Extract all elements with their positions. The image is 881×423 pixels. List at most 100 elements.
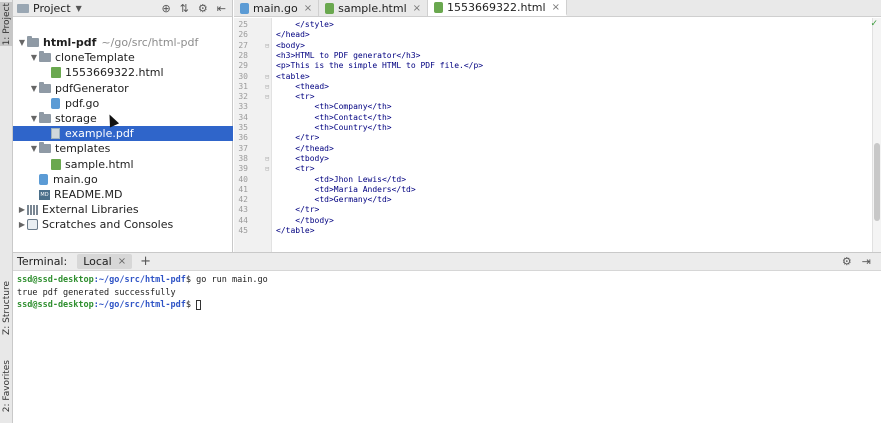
tree-item-label: templates	[55, 142, 111, 156]
editor-tab[interactable]: sample.html ×	[319, 0, 429, 16]
line-number: 31	[238, 81, 248, 91]
terminal-tab-local[interactable]: Local ×	[77, 254, 133, 269]
collapsed-arrow-icon[interactable]: ▶	[17, 205, 27, 214]
collapsed-arrow-icon[interactable]: ▶	[17, 220, 27, 229]
tree-item[interactable]: MD README.MD	[13, 187, 233, 202]
go-file-icon	[51, 97, 60, 109]
inspection-ok-icon[interactable]: ✓	[870, 19, 878, 29]
line-number: 28	[238, 50, 248, 60]
tree-item[interactable]: pdf.go	[13, 96, 233, 111]
tree-item-label: pdfGenerator	[55, 81, 129, 95]
folder-icon	[39, 51, 51, 63]
terminal-line: ssd@ssd-desktop:~/go/src/html-pdf$ go ru…	[17, 274, 877, 287]
hide-panel-icon[interactable]: ⇤	[217, 2, 226, 15]
fold-marker-icon[interactable]: ⊟	[265, 164, 269, 174]
line-number: 37	[238, 143, 248, 153]
terminal-header: Terminal: Local × + ⚙ ⇥	[13, 253, 881, 271]
locate-icon[interactable]: ⊕	[161, 2, 170, 15]
new-terminal-icon[interactable]: +	[140, 254, 151, 269]
code-line: 34 <th>Contact</th>	[234, 113, 864, 123]
close-icon[interactable]: ×	[304, 3, 312, 14]
code-text: <tr>	[276, 164, 315, 174]
tree-item[interactable]: sample.html	[13, 157, 233, 172]
tree-item[interactable]: 1553669322.html	[13, 65, 233, 80]
fold-marker-icon[interactable]: ⊟	[265, 154, 269, 164]
project-title[interactable]: Project	[33, 2, 71, 15]
tree-item[interactable]: ▼ cloneTemplate	[13, 50, 233, 65]
expanded-arrow-icon[interactable]: ▼	[29, 53, 39, 62]
tree-item[interactable]: ▼ templates	[13, 141, 233, 156]
favorites-tool-tab[interactable]: 2: Favorites	[0, 355, 13, 417]
tree-item[interactable]: ▼ storage	[13, 111, 233, 126]
project-tool-tab[interactable]: 1: Project	[0, 2, 13, 46]
code-line: 39 ⊟ <tr>	[234, 164, 864, 174]
tree-item[interactable]: ▼ pdfGenerator	[13, 81, 233, 96]
tree-item-label: html-pdf	[43, 36, 97, 49]
code-text: <th>Country</th>	[276, 123, 392, 132]
code-text: </head>	[276, 30, 310, 40]
expanded-arrow-icon[interactable]: ▼	[29, 84, 39, 93]
text-cursor	[196, 299, 202, 310]
close-icon[interactable]: ×	[552, 2, 560, 13]
code-text: <td>Germany</td>	[276, 195, 392, 205]
pdf-file-icon	[51, 128, 60, 140]
go-file-icon	[240, 2, 249, 14]
code-line: 42 <td>Germany</td>	[234, 195, 864, 205]
tree-item[interactable]: main.go	[13, 172, 233, 187]
code-text: </tr>	[276, 133, 320, 143]
terminal-tab-label: Local	[83, 255, 112, 268]
line-number: 33	[238, 102, 248, 112]
fold-marker-icon[interactable]: ⊟	[265, 41, 269, 51]
editor-scrollbar-thumb[interactable]	[874, 143, 880, 221]
collapse-all-icon[interactable]: ⇅	[180, 2, 189, 15]
html-file-icon	[51, 158, 61, 170]
html-file-icon	[434, 1, 444, 13]
terminal-panel: Terminal: Local × + ⚙ ⇥ ssd@ssd-desktop:…	[13, 252, 881, 423]
structure-tool-tab[interactable]: Z: Structure	[0, 281, 13, 335]
tree-item[interactable]: ▶ External Libraries	[13, 202, 233, 217]
tree-item-label: pdf.go	[65, 96, 100, 110]
expanded-arrow-icon[interactable]: ▼	[29, 114, 39, 123]
code-text: </tr>	[276, 205, 320, 215]
code-line: 38 ⊟ <tbody>	[234, 154, 864, 164]
editor-tab[interactable]: 1553669322.html ×	[428, 0, 567, 16]
tree-item[interactable]: ▶ Scratches and Consoles	[13, 217, 233, 232]
go-file-icon	[39, 173, 48, 185]
chevron-down-icon[interactable]: ▼	[76, 4, 82, 13]
editor-scrollbar[interactable]	[872, 18, 881, 252]
terminal-command: $	[185, 300, 197, 310]
tree-item-path: ~/go/src/html-pdf	[101, 36, 199, 49]
code-line: 26 </head>	[234, 30, 864, 40]
tree-item[interactable]: ▼ html-pdf ~/go/src/html-pdf	[13, 35, 233, 50]
hide-panel-icon[interactable]: ⇥	[862, 255, 871, 268]
editor-tab[interactable]: main.go ×	[234, 0, 320, 16]
fold-marker-icon[interactable]: ⊟	[265, 72, 269, 82]
tree-item-label: sample.html	[65, 157, 134, 171]
editor-tab-label: sample.html	[338, 1, 407, 15]
editor-tab-bar: main.go × sample.html × 1553669322.html ×	[234, 0, 881, 17]
code-line: 25 </style>	[234, 20, 864, 30]
favorites-tool-tab-label: 2: Favorites	[1, 359, 12, 413]
code-text: <thead>	[276, 81, 329, 91]
project-tool-tab-label: 1: Project	[1, 2, 12, 46]
gear-icon[interactable]: ⚙	[198, 2, 208, 15]
gear-icon[interactable]: ⚙	[842, 255, 852, 268]
close-icon[interactable]: ×	[118, 256, 126, 267]
code-line: 35 <th>Country</th>	[234, 123, 864, 133]
fold-marker-icon[interactable]: ⊟	[265, 92, 269, 102]
close-icon[interactable]: ×	[413, 3, 421, 14]
terminal-output[interactable]: ssd@ssd-desktop:~/go/src/html-pdf$ go ru…	[13, 271, 881, 315]
fold-marker-icon[interactable]: ⊟	[265, 82, 269, 92]
code-text: <td>Maria Anders</td>	[276, 184, 416, 194]
expanded-arrow-icon[interactable]: ▼	[17, 38, 27, 47]
code-line: 41 <td>Maria Anders</td>	[234, 185, 864, 195]
expanded-arrow-icon[interactable]: ▼	[29, 144, 39, 153]
line-number: 40	[238, 174, 248, 184]
prompt-path: :~/go/src/html-pdf	[93, 275, 186, 285]
code-area[interactable]: 25 </style> 26 </head> 27 ⊟ <body> 28 <h3>HTML …	[234, 18, 881, 252]
code-line: 43 </tr>	[234, 205, 864, 215]
code-text: </style>	[276, 20, 334, 29]
line-number: 32	[238, 92, 248, 102]
tree-item[interactable]: example.pdf	[13, 126, 233, 142]
library-icon	[27, 204, 38, 215]
